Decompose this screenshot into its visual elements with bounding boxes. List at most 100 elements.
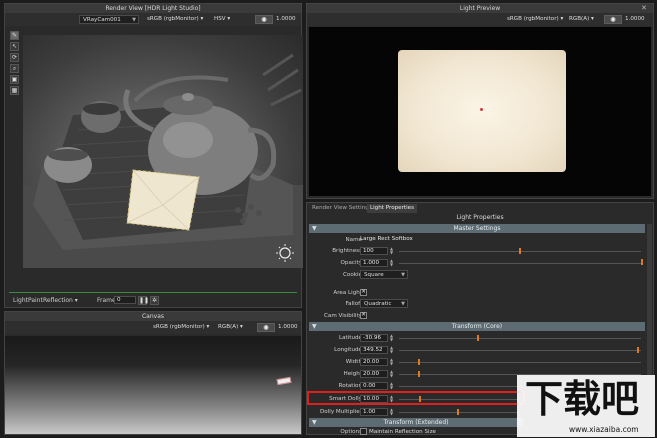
canvas-title: Canvas xyxy=(5,312,301,321)
longitude-stepper[interactable]: ▲ ▼ xyxy=(389,346,394,354)
latitude-slider-knob[interactable] xyxy=(477,335,479,341)
latitude-slider-track[interactable] xyxy=(399,338,641,339)
render-colorspace-value: sRGB (rgbMonitor) xyxy=(147,16,199,22)
cam-visibility-checkbox[interactable]: ✕ xyxy=(360,312,367,319)
rotation-slider-track[interactable] xyxy=(399,386,519,387)
collapse-triangle-icon: ▼ xyxy=(312,323,317,330)
pencil-icon[interactable]: ✎ xyxy=(10,31,19,40)
render-scene-image xyxy=(23,53,303,268)
opacity-stepper[interactable]: ▲ ▼ xyxy=(389,259,394,267)
width-stepper[interactable]: ▲ ▼ xyxy=(389,358,394,366)
falloff-select[interactable]: Quadratic ▼ xyxy=(360,299,408,308)
arrow-icon[interactable]: ↖ xyxy=(10,42,19,51)
light-preview-viewport[interactable] xyxy=(309,27,651,196)
frame-icon[interactable]: ▣ xyxy=(10,75,19,84)
center-dot xyxy=(480,108,483,111)
orbit-icon[interactable]: ⟳ xyxy=(10,53,19,62)
canvas-channel-value: RGB(A) xyxy=(218,324,239,330)
longitude-slider-knob[interactable] xyxy=(637,347,639,353)
canvas-colorspace-select[interactable]: sRGB (rgbMonitor) ▾ xyxy=(153,323,209,332)
render-exposure-value[interactable]: 1.0000 xyxy=(276,15,296,24)
progress-line xyxy=(9,292,297,293)
camera-select-value: VRayCam001 xyxy=(83,17,121,23)
gear-icon: ✺ xyxy=(261,16,267,24)
render-view-panel: Render View [HDR Light Studio] VRayCam00… xyxy=(4,3,303,308)
section-master-label: Master Settings xyxy=(453,225,501,232)
brightness-input[interactable]: 100 xyxy=(360,247,388,255)
width-slider-track[interactable] xyxy=(399,362,641,363)
properties-tabs: Render View Settings Light Properties xyxy=(307,203,653,213)
rotation-stepper[interactable]: ▲ ▼ xyxy=(389,382,394,390)
gear-icon: ✺ xyxy=(263,324,269,332)
maintain-reflection-checkbox[interactable] xyxy=(360,428,367,435)
dolly-multiplier-stepper[interactable]: ▲ ▼ xyxy=(389,408,394,416)
settings-icon[interactable]: ✲ xyxy=(150,296,159,305)
render-mode-value: HSV xyxy=(214,16,226,22)
canvas-viewport[interactable] xyxy=(5,336,301,434)
preview-colorspace-value: sRGB (rgbMonitor) xyxy=(507,16,559,22)
tab-render-view-settings[interactable]: Render View Settings xyxy=(309,204,375,213)
pause-icon[interactable]: ❚❚ xyxy=(138,296,149,305)
preview-exposure-value[interactable]: 1.0000 xyxy=(625,15,645,24)
brightness-slider-knob[interactable] xyxy=(519,248,521,254)
cookie-value: Square xyxy=(364,272,384,278)
height-stepper[interactable]: ▲ ▼ xyxy=(389,370,394,378)
canvas-light-swatch[interactable] xyxy=(276,376,292,386)
latitude-input[interactable]: -30.96 xyxy=(360,334,388,342)
falloff-value: Quadratic xyxy=(364,301,392,307)
width-input[interactable]: 20.00 xyxy=(360,358,388,366)
tab-light-properties[interactable]: Light Properties xyxy=(367,204,418,213)
lightpaint-select[interactable]: Reflection ▾ xyxy=(43,297,78,304)
opacity-input[interactable]: 1.000 xyxy=(360,259,388,267)
grid-icon[interactable]: ▦ xyxy=(10,86,19,95)
softbox-preview xyxy=(398,50,566,172)
section-transform-extended[interactable]: ▼ Transform (Extended) xyxy=(309,418,523,427)
rotation-input[interactable]: 0.00 xyxy=(360,382,388,390)
lightpaint-value: Reflection xyxy=(43,297,73,304)
opacity-slider-track[interactable] xyxy=(399,263,641,264)
dolly-multiplier-slider-knob[interactable] xyxy=(457,409,459,415)
cookie-select[interactable]: Square ▼ xyxy=(360,270,408,279)
chevron-down-icon: ▾ xyxy=(560,16,564,22)
dolly-multiplier-slider-track[interactable] xyxy=(399,412,519,413)
canvas-colorspace-value: sRGB (rgbMonitor) xyxy=(153,324,205,330)
height-slider-knob[interactable] xyxy=(418,371,420,377)
camera-select[interactable]: VRayCam001 ▼ xyxy=(79,15,139,24)
height-label: Height xyxy=(343,371,363,377)
zoom-icon[interactable]: ⌕ xyxy=(10,64,19,73)
brightness-stepper[interactable]: ▲ ▼ xyxy=(389,247,394,255)
height-input[interactable]: 20.00 xyxy=(360,370,388,378)
preview-gear-button[interactable]: ✺ xyxy=(604,15,622,24)
frame-input[interactable]: 0 xyxy=(114,296,136,304)
canvas-channel-select[interactable]: RGB(A) ▾ xyxy=(218,323,243,332)
latitude-stepper[interactable]: ▲ ▼ xyxy=(389,334,394,342)
chevron-down-icon: ▼ xyxy=(401,301,405,307)
preview-channel-select[interactable]: RGB(A) ▾ xyxy=(569,15,594,24)
section-transform-core[interactable]: ▼ Transform (Core) xyxy=(309,322,645,331)
longitude-slider-track[interactable] xyxy=(399,350,641,351)
exposure-gear-button[interactable]: ✺ xyxy=(255,15,273,24)
dolly-multiplier-label: Dolly Multiplier xyxy=(320,409,362,415)
canvas-gear-button[interactable]: ✺ xyxy=(257,323,275,332)
canvas-exposure-value[interactable]: 1.0000 xyxy=(278,323,298,332)
width-label: Width xyxy=(345,359,362,365)
area-light-checkbox[interactable]: ✕ xyxy=(360,289,367,296)
section-master-settings[interactable]: ▼ Master Settings xyxy=(309,224,645,233)
canvas-panel: Canvas sRGB (rgbMonitor) ▾ RGB(A) ▾ ✺ 1.… xyxy=(4,311,302,435)
longitude-input[interactable]: 349.52 xyxy=(360,346,388,354)
dolly-multiplier-input[interactable]: 1.00 xyxy=(360,408,388,416)
render-mode-select[interactable]: HSV ▾ xyxy=(214,15,230,24)
gear-icon: ✺ xyxy=(610,16,616,24)
maintain-reflection-label: Maintain Reflection Size xyxy=(369,429,436,435)
preview-channel-value: RGB(A) xyxy=(569,16,590,22)
name-label: Name xyxy=(345,237,362,243)
preview-colorspace-select[interactable]: sRGB (rgbMonitor) ▾ xyxy=(507,15,563,24)
lightpaint-label: LightPaint xyxy=(13,297,43,304)
render-viewport[interactable] xyxy=(23,35,303,268)
render-view-toolbar: VRayCam001 ▼ sRGB (rgbMonitor) ▾ HSV ▾ ✺ … xyxy=(5,13,301,26)
close-icon[interactable]: ✕ xyxy=(641,4,649,13)
width-slider-knob[interactable] xyxy=(418,359,420,365)
chevron-down-icon: ▾ xyxy=(240,324,243,330)
render-colorspace-select[interactable]: sRGB (rgbMonitor) ▾ xyxy=(147,15,203,24)
name-value[interactable]: Large Rect Softbox xyxy=(360,236,413,242)
